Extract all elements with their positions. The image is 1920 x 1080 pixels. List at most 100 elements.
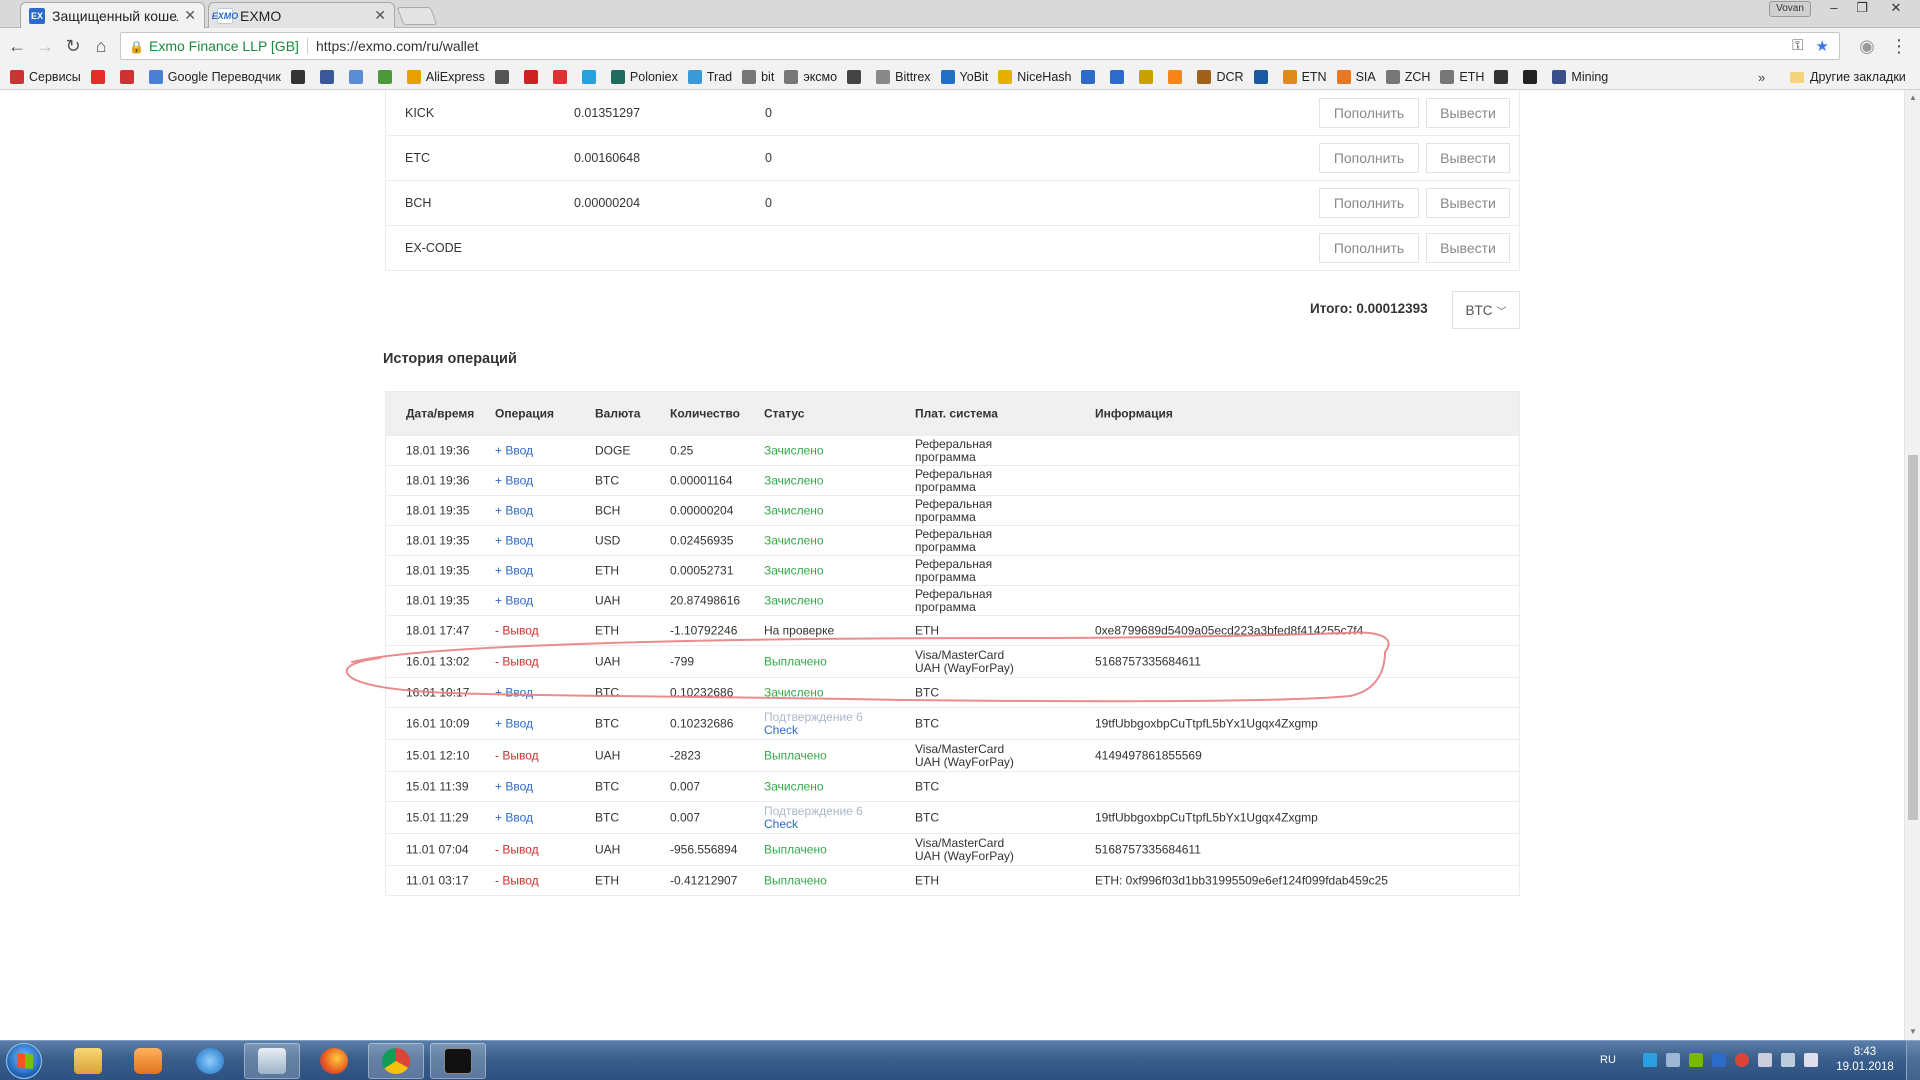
total-currency-select[interactable]: BTC ﹀ [1452, 291, 1520, 329]
bookmark-item[interactable]: эксмо [784, 69, 838, 84]
withdraw-button[interactable]: Вывести [1426, 233, 1510, 263]
history-row: 18.01 17:47 - Вывод ETH -1.10792246 На прове… [386, 615, 1519, 645]
bookmark-item[interactable] [119, 69, 139, 84]
bookmarks-overflow-icon[interactable]: » [1758, 70, 1765, 85]
check-link[interactable]: Check [764, 723, 863, 737]
withdraw-button[interactable]: Вывести [1426, 97, 1510, 128]
bookmark-item[interactable]: NiceHash [998, 69, 1071, 84]
close-window-icon[interactable]: ✕ [1878, 0, 1914, 18]
deposit-button[interactable]: Пополнить [1319, 97, 1419, 128]
bookmark-item[interactable]: Bittrex [876, 69, 931, 84]
scroll-thumb[interactable] [1908, 455, 1918, 820]
extension-icon[interactable]: ◉ [1856, 35, 1878, 57]
scroll-down-icon[interactable]: ▼ [1905, 1024, 1920, 1040]
close-tab-icon[interactable]: ✕ [178, 7, 196, 24]
reload-icon[interactable]: ↻ [62, 35, 84, 57]
page-scrollbar[interactable]: ▲ ▼ [1904, 90, 1920, 1040]
bookmark-item[interactable]: ZCH [1385, 69, 1430, 84]
bookmark-item[interactable] [1110, 69, 1129, 84]
row-status-text: Зачислено [764, 443, 824, 457]
tray-arrow-icon[interactable] [1665, 1053, 1680, 1067]
start-button[interactable] [6, 1043, 42, 1079]
bookmark-item[interactable]: Google Переводчик [148, 69, 281, 84]
bookmark-item[interactable] [1523, 69, 1542, 84]
taskbar-calculator[interactable] [244, 1043, 300, 1079]
bookmark-item[interactable] [1253, 69, 1273, 84]
deposit-button[interactable]: Пополнить [1319, 233, 1419, 263]
scroll-up-icon[interactable]: ▲ [1905, 90, 1920, 106]
bookmark-item[interactable] [1139, 69, 1158, 84]
bookmark-favicon-icon [319, 69, 334, 84]
bookmark-item[interactable] [552, 69, 572, 84]
bookmark-item[interactable] [1081, 69, 1100, 84]
bookmark-item[interactable] [847, 69, 866, 84]
profile-button[interactable]: Vovan [1769, 1, 1811, 17]
telegram-icon[interactable] [1642, 1053, 1657, 1067]
history-row: 18.01 19:35 + Ввод UAH 20.87498616 Зачислено… [386, 585, 1519, 615]
taskbar-chrome[interactable] [368, 1043, 424, 1079]
key-icon[interactable]: ⚿ [1792, 37, 1803, 55]
taskbar-clock[interactable]: 8:43 19.01.2018 [1830, 1045, 1900, 1075]
bookmark-item[interactable] [581, 69, 601, 84]
minimize-icon[interactable]: – [1820, 0, 1848, 18]
taskbar-internet-explorer[interactable] [182, 1043, 238, 1079]
nvidia-icon[interactable] [1688, 1053, 1703, 1067]
home-icon[interactable]: ⌂ [90, 35, 112, 57]
row-status-text: Зачислено [764, 685, 824, 699]
action-center-icon[interactable] [1803, 1053, 1818, 1067]
bookmark-item[interactable]: Trad [687, 69, 732, 84]
bookmark-item[interactable]: Сервисы [10, 69, 81, 84]
bookmark-item[interactable] [319, 69, 339, 84]
tab-title: Защищенный кошелек [52, 7, 178, 24]
bookmark-item[interactable]: ETH [1440, 69, 1484, 84]
bookmark-item[interactable]: Poloniex [610, 69, 678, 84]
withdraw-button[interactable]: Вывести [1426, 143, 1510, 173]
address-bar[interactable]: 🔒 Exmo Finance LLP [GB] https://exmo.com… [120, 32, 1840, 60]
bookmark-label: эксмо [803, 69, 838, 84]
show-desktop-button[interactable] [1906, 1040, 1920, 1080]
bookmark-item[interactable]: SIA [1336, 69, 1376, 84]
bookmark-item[interactable] [1168, 69, 1187, 84]
tab-exmo[interactable]: EXMO EXMO ✕ [208, 2, 395, 28]
bookmark-item[interactable]: Mining [1552, 69, 1608, 84]
chrome-tray-icon[interactable] [1734, 1053, 1749, 1067]
bookmark-item[interactable]: YoBit [940, 69, 988, 84]
bookmark-item[interactable] [290, 69, 310, 84]
bookmark-item[interactable]: DCR [1197, 69, 1244, 84]
row-operation: + Ввод [495, 593, 533, 607]
maximize-icon[interactable]: ❐ [1848, 0, 1876, 18]
new-tab-button[interactable] [396, 7, 438, 25]
bookmark-item[interactable]: bit [742, 69, 774, 84]
taskbar-explorer[interactable] [60, 1043, 116, 1079]
check-link[interactable]: Check [764, 817, 863, 831]
column-header: Информация [1095, 406, 1173, 420]
bookmark-item[interactable] [377, 69, 397, 84]
bookmark-item[interactable] [494, 69, 514, 84]
forward-icon[interactable]: → [34, 35, 56, 57]
bookmark-star-icon[interactable]: ★ [1816, 37, 1829, 55]
bookmark-item[interactable]: ETN [1282, 69, 1327, 84]
withdraw-button[interactable]: Вывести [1426, 188, 1510, 218]
bookmark-item[interactable] [348, 69, 368, 84]
taskbar-command-prompt[interactable] [430, 1043, 486, 1079]
bookmark-favicon-icon [148, 69, 163, 84]
bookmark-item[interactable] [523, 69, 543, 84]
other-bookmarks[interactable]: Другие закладки [1790, 66, 1906, 88]
network-icon[interactable] [1780, 1053, 1795, 1067]
bookmark-item[interactable] [1494, 69, 1513, 84]
deposit-button[interactable]: Пополнить [1319, 188, 1419, 218]
bookmark-item[interactable] [90, 69, 110, 84]
language-indicator[interactable]: RU [1600, 1054, 1616, 1066]
back-icon[interactable]: ← [6, 35, 28, 57]
taskbar-firefox[interactable] [306, 1043, 362, 1079]
network-app-icon[interactable] [1711, 1053, 1726, 1067]
tab-wallet[interactable]: EX Защищенный кошелек ✕ [20, 2, 205, 28]
close-tab-icon[interactable]: ✕ [368, 7, 386, 24]
row-payment-system: Реферальная программа [915, 436, 993, 464]
internet-explorer-icon [196, 1048, 224, 1074]
bookmark-item[interactable]: AliExpress [406, 69, 485, 84]
taskbar-media-player[interactable] [120, 1043, 176, 1079]
menu-icon[interactable]: ⋮ [1888, 35, 1910, 57]
deposit-button[interactable]: Пополнить [1319, 143, 1419, 173]
volume-icon[interactable] [1757, 1053, 1772, 1067]
